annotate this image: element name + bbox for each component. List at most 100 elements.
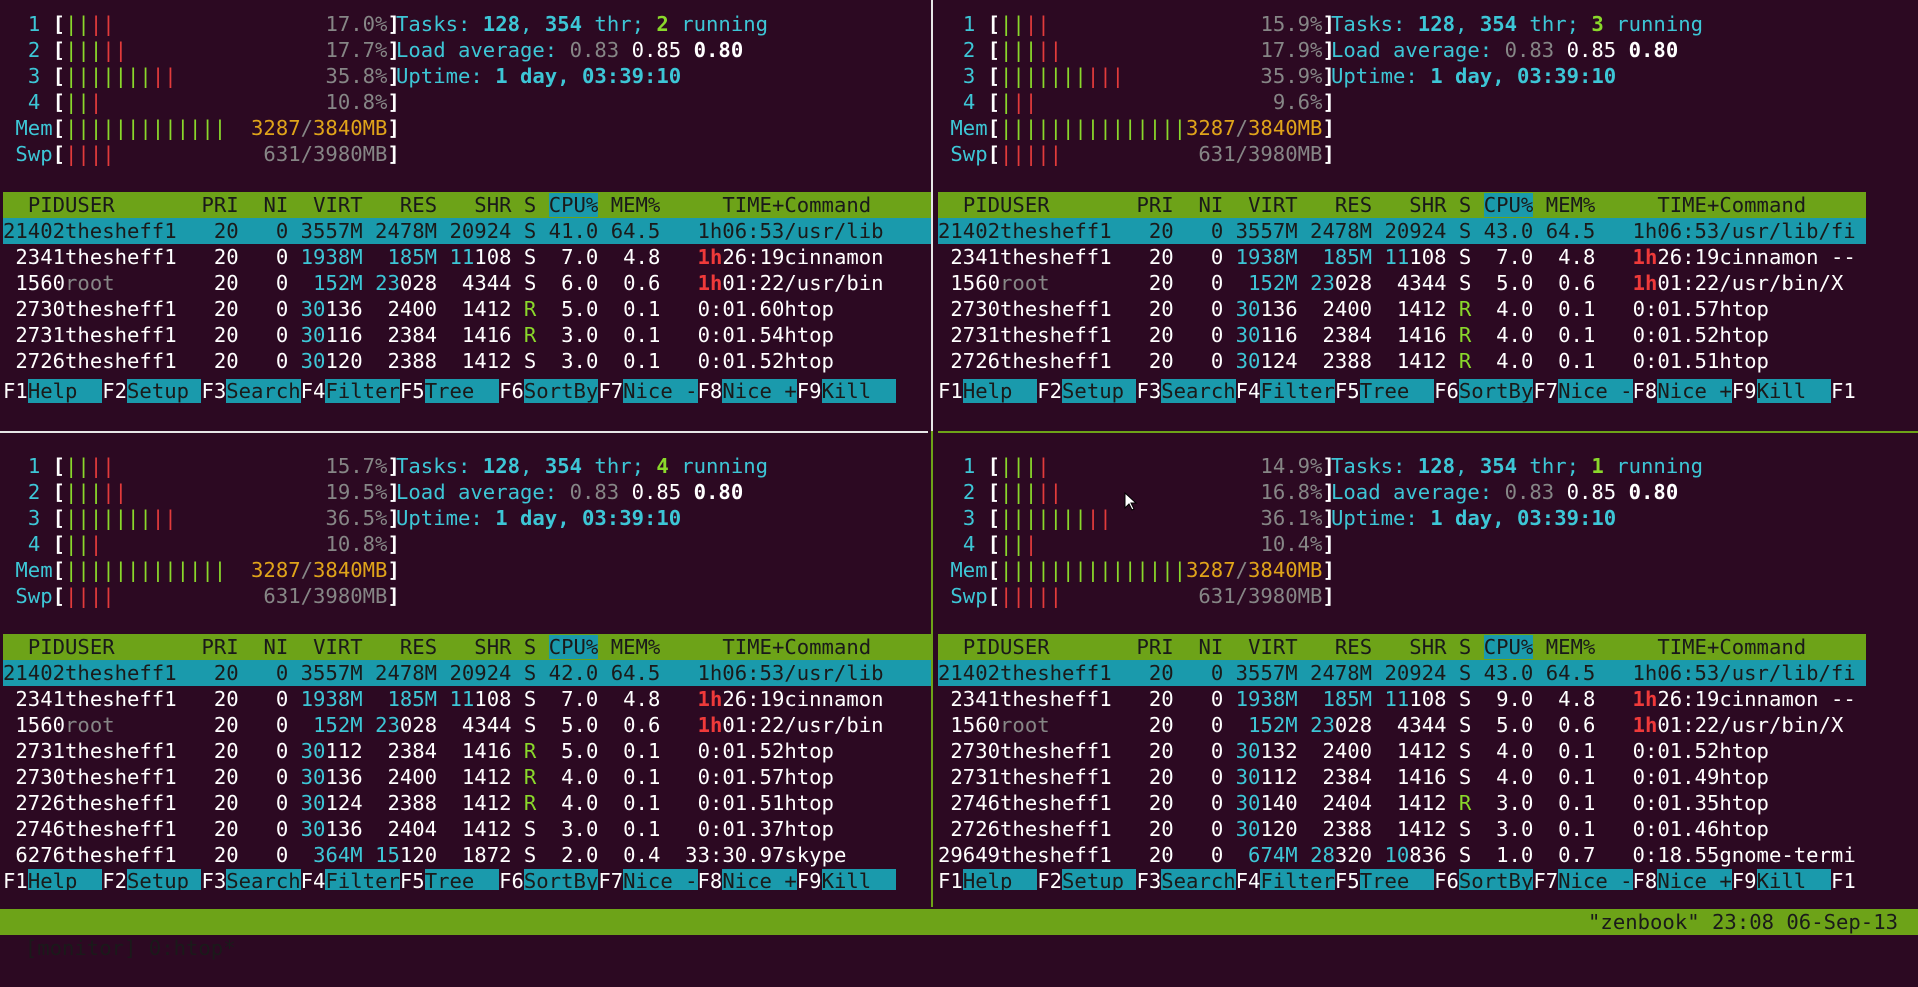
column-header-s[interactable]: S <box>1459 635 1471 659</box>
htop-pane-3[interactable]: 1 [|||| 15.7%] 2 [||||| 19.5%] 3 [||||||… <box>3 442 931 890</box>
column-header-pid[interactable]: PID <box>28 193 65 217</box>
process-row[interactable]: 2726thesheff1 20 0 30124 2388 1412 R 4.0… <box>938 348 1856 374</box>
function-key-label[interactable]: Setup <box>1062 379 1137 403</box>
column-header-cmd[interactable]: Command <box>1719 635 1806 659</box>
function-key-f5[interactable]: F5 <box>400 869 425 890</box>
function-key-f5[interactable]: F5 <box>400 379 425 403</box>
process-row[interactable]: 2341thesheff1 20 0 1938M 185M 11108 S 9.… <box>938 686 1855 712</box>
process-row[interactable]: 2746thesheff1 20 0 30136 2404 1412 S 3.0… <box>3 816 921 842</box>
column-header-res[interactable]: RES <box>400 635 437 659</box>
function-key-f1[interactable]: F1 <box>938 869 963 890</box>
function-key-label[interactable]: Tree <box>424 379 500 403</box>
column-header-pri[interactable]: PRI <box>201 635 238 659</box>
function-key-f6[interactable]: F6 <box>499 379 524 403</box>
column-header-res[interactable]: RES <box>400 193 437 217</box>
column-header-user[interactable]: USER <box>1000 635 1050 659</box>
column-header-cpu[interactable]: CPU% <box>548 635 599 659</box>
function-key-f8[interactable]: F8 <box>1633 379 1658 403</box>
function-key-label[interactable]: Nice + <box>1657 379 1732 403</box>
column-header-mem[interactable]: MEM% <box>1546 193 1596 217</box>
process-row[interactable]: 2341thesheff1 20 0 1938M 185M 11108 S 7.… <box>3 244 921 270</box>
function-key-label[interactable]: Setup <box>1062 869 1137 890</box>
function-key-label[interactable]: Setup <box>127 869 202 890</box>
column-header-pri[interactable]: PRI <box>201 193 238 217</box>
process-row[interactable]: 2730thesheff1 20 0 30136 2400 1412 R 4.0… <box>938 296 1856 322</box>
column-header-pid[interactable]: PID <box>28 635 65 659</box>
function-key-f4[interactable]: F4 <box>301 869 326 890</box>
function-key-f4[interactable]: F4 <box>301 379 326 403</box>
function-key-f3[interactable]: F3 <box>201 869 226 890</box>
function-key-label[interactable]: Filter <box>325 379 400 403</box>
function-key-label[interactable]: Kill <box>1756 869 1831 890</box>
process-row[interactable]: 2726thesheff1 20 0 30120 2388 1412 S 3.0… <box>938 816 1856 842</box>
function-key-bar[interactable]: F1Help F2Setup F3SearchF4FilterF5Tree F6… <box>938 378 1856 404</box>
process-row[interactable]: 2731thesheff1 20 0 30116 2384 1416 R 3.0… <box>3 322 921 348</box>
function-key-bar[interactable]: F1Help F2Setup F3SearchF4FilterF5Tree F6… <box>938 868 1856 890</box>
process-row-selected[interactable]: 21402thesheff1 20 0 3557M 2478M 20924 S … <box>938 218 1866 244</box>
function-key-label[interactable]: Search <box>226 379 301 403</box>
process-row[interactable]: 29649thesheff1 20 0 674M 28320 10836 S 1… <box>938 842 1856 868</box>
process-row[interactable]: 2730thesheff1 20 0 30136 2400 1412 R 5.0… <box>3 296 921 322</box>
column-header-cmd[interactable]: Command <box>784 635 871 659</box>
function-key-f2[interactable]: F2 <box>102 869 127 890</box>
column-header-s[interactable]: S <box>524 635 536 659</box>
function-key-f6[interactable]: F6 <box>499 869 524 890</box>
column-header-ni[interactable]: NI <box>1198 193 1223 217</box>
column-header-mem[interactable]: MEM% <box>611 635 661 659</box>
function-key-f2[interactable]: F2 <box>1037 869 1062 890</box>
process-row-selected[interactable]: 21402thesheff1 20 0 3557M 2478M 20924 S … <box>938 660 1866 686</box>
column-header-s[interactable]: S <box>524 193 536 217</box>
function-key-f9[interactable]: F9 <box>1732 869 1757 890</box>
function-key-f1-extra[interactable]: F1 <box>1831 869 1856 890</box>
process-row[interactable]: 2341thesheff1 20 0 1938M 185M 11108 S 7.… <box>3 686 921 712</box>
function-key-f1[interactable]: F1 <box>3 869 28 890</box>
column-header-cpu[interactable]: CPU% <box>1483 193 1534 217</box>
process-row[interactable]: 2726thesheff1 20 0 30124 2388 1412 R 4.0… <box>3 790 921 816</box>
function-key-f7[interactable]: F7 <box>1533 869 1558 890</box>
function-key-label[interactable]: Nice - <box>623 869 698 890</box>
column-header-virt[interactable]: VIRT <box>313 635 363 659</box>
function-key-label[interactable]: SortBy <box>1458 869 1534 890</box>
function-key-f3[interactable]: F3 <box>201 379 226 403</box>
function-key-f9[interactable]: F9 <box>1732 379 1757 403</box>
function-key-label[interactable]: Filter <box>325 869 400 890</box>
column-header-mem[interactable]: MEM% <box>1546 635 1596 659</box>
function-key-f4[interactable]: F4 <box>1236 379 1261 403</box>
process-row[interactable]: 2731thesheff1 20 0 30116 2384 1416 R 4.0… <box>938 322 1856 348</box>
pane-divider-horizontal-right[interactable] <box>938 431 1918 433</box>
function-key-label[interactable]: Search <box>226 869 301 890</box>
column-header-time[interactable]: TIME+ <box>1657 193 1719 217</box>
function-key-label[interactable]: Nice + <box>722 379 797 403</box>
process-table-header[interactable]: PIDUSER PRI NI VIRT RES SHR S CPU% MEM% … <box>938 192 1866 218</box>
column-header-shr[interactable]: SHR <box>1409 635 1446 659</box>
function-key-f3[interactable]: F3 <box>1136 869 1161 890</box>
column-header-user[interactable]: USER <box>1000 193 1050 217</box>
process-row[interactable]: 1560root 20 0 152M 23028 4344 S 5.0 0.6 … <box>3 712 921 738</box>
process-table-header[interactable]: PIDUSER PRI NI VIRT RES SHR S CPU% MEM% … <box>3 634 931 660</box>
function-key-label[interactable]: Setup <box>127 379 202 403</box>
column-header-pri[interactable]: PRI <box>1136 193 1173 217</box>
process-row[interactable]: 1560root 20 0 152M 23028 4344 S 6.0 0.6 … <box>3 270 921 296</box>
function-key-label[interactable]: Help <box>962 379 1038 403</box>
pane-divider-vertical-active[interactable] <box>931 431 933 907</box>
column-header-shr[interactable]: SHR <box>474 193 511 217</box>
function-key-label[interactable]: SortBy <box>1458 379 1534 403</box>
function-key-f1[interactable]: F1 <box>3 379 28 403</box>
column-header-pid[interactable]: PID <box>963 193 1000 217</box>
function-key-f1[interactable]: F1 <box>938 379 963 403</box>
column-header-pri[interactable]: PRI <box>1136 635 1173 659</box>
process-row-selected[interactable]: 21402thesheff1 20 0 3557M 2478M 20924 S … <box>3 660 931 686</box>
function-key-label[interactable]: SortBy <box>523 869 599 890</box>
process-row[interactable]: 2746thesheff1 20 0 30140 2404 1412 R 3.0… <box>938 790 1856 816</box>
column-header-cpu[interactable]: CPU% <box>1483 635 1534 659</box>
process-row[interactable]: 2730thesheff1 20 0 30136 2400 1412 R 4.0… <box>3 764 921 790</box>
htop-pane-4[interactable]: 1 [|||| 14.9%] 2 [||||| 16.8%] 3 [||||||… <box>938 442 1866 890</box>
function-key-label[interactable]: Nice + <box>1657 869 1732 890</box>
column-header-mem[interactable]: MEM% <box>611 193 661 217</box>
htop-pane-2[interactable]: 1 [|||| 15.9%] 2 [||||| 17.9%] 3 [||||||… <box>938 0 1866 430</box>
function-key-label[interactable]: Help <box>27 379 103 403</box>
process-row[interactable]: 2731thesheff1 20 0 30112 2384 1416 S 4.0… <box>938 764 1856 790</box>
function-key-bar[interactable]: F1Help F2Setup F3SearchF4FilterF5Tree F6… <box>3 378 896 404</box>
process-row[interactable]: 2730thesheff1 20 0 30132 2400 1412 S 4.0… <box>938 738 1856 764</box>
function-key-f1-extra[interactable]: F1 <box>1831 379 1856 403</box>
